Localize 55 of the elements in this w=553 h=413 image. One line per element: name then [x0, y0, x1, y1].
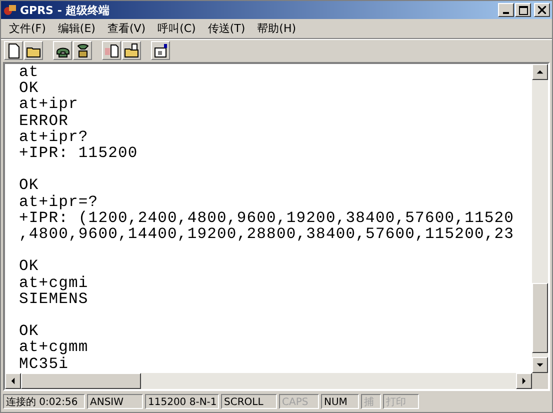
terminal-line: at+ipr — [19, 96, 78, 113]
horizontal-scrollbar[interactable] — [5, 373, 532, 389]
app-icon — [3, 3, 17, 17]
arrow-up-icon — [536, 68, 544, 76]
terminal-line: SIEMENS — [19, 290, 88, 308]
folder-button[interactable] — [24, 41, 43, 60]
arrow-left-icon — [9, 377, 17, 385]
new-document-button[interactable] — [4, 41, 23, 60]
status-panel: 连接的 0:02:56 — [3, 394, 85, 409]
menu-item[interactable]: 呼叫(C) — [152, 20, 202, 37]
scroll-up-button[interactable] — [532, 64, 548, 80]
minimize-button[interactable] — [498, 3, 514, 17]
menu-item[interactable]: 文件(F) — [3, 20, 52, 37]
arrow-right-icon — [520, 377, 528, 385]
window-title: GPRS - 超级终端 — [20, 2, 111, 18]
close-icon — [538, 6, 546, 14]
scrollbar-thumb[interactable] — [532, 283, 548, 353]
terminal-line: at+cgmi — [19, 274, 88, 291]
properties-icon — [152, 42, 168, 58]
terminal-line: MC35i — [19, 356, 69, 372]
arrow-down-icon — [536, 361, 544, 369]
terminal-line: OK — [19, 80, 39, 96]
terminal-line: at+ipr? — [19, 128, 88, 146]
maximize-icon — [518, 6, 528, 14]
scroll-left-button[interactable] — [5, 373, 21, 389]
scroll-right-button[interactable] — [516, 373, 532, 389]
terminal-line: OK — [19, 323, 39, 340]
status-panel: SCROLL — [221, 394, 277, 409]
menu-item[interactable]: 编辑(E) — [52, 20, 102, 37]
menu-item[interactable]: 查看(V) — [101, 20, 152, 37]
menu-item[interactable]: 传送(T) — [202, 20, 252, 37]
terminal-line: OK — [19, 177, 39, 194]
new-document-icon — [6, 42, 22, 58]
scroll-down-button[interactable] — [532, 357, 548, 373]
terminal-line: at+ipr=? — [19, 194, 98, 210]
terminal-line: ,4800,9600,14400,19200,28800,38400,57600,115200,23 — [19, 226, 514, 242]
terminal-line: OK — [19, 258, 39, 275]
vertical-scrollbar[interactable] — [532, 64, 548, 373]
maximize-button[interactable] — [515, 3, 531, 17]
close-button[interactable] — [534, 3, 550, 17]
scrollbar-thumb[interactable] — [21, 373, 141, 389]
menu-item[interactable]: 帮助(H) — [251, 20, 302, 37]
terminal-line: +IPR: (1200,2400,4800,9600,19200,38400,57600,11520 — [19, 210, 514, 226]
properties-button[interactable] — [151, 41, 170, 60]
status-panel: ANSIW — [87, 394, 143, 409]
receive-folder-button[interactable] — [122, 41, 141, 60]
terminal-line: at — [19, 64, 39, 80]
phone-button[interactable] — [53, 41, 72, 60]
send-document-button[interactable] — [102, 41, 121, 60]
phone-hangup-button[interactable] — [73, 41, 92, 60]
terminal-line: at+cgmm — [19, 339, 88, 356]
status-panel: NUM — [321, 394, 359, 409]
status-panel: 115200 8-N-1 — [145, 394, 219, 409]
terminal-line: +IPR: 115200 — [19, 145, 138, 162]
terminal-line: ERROR — [19, 112, 69, 129]
